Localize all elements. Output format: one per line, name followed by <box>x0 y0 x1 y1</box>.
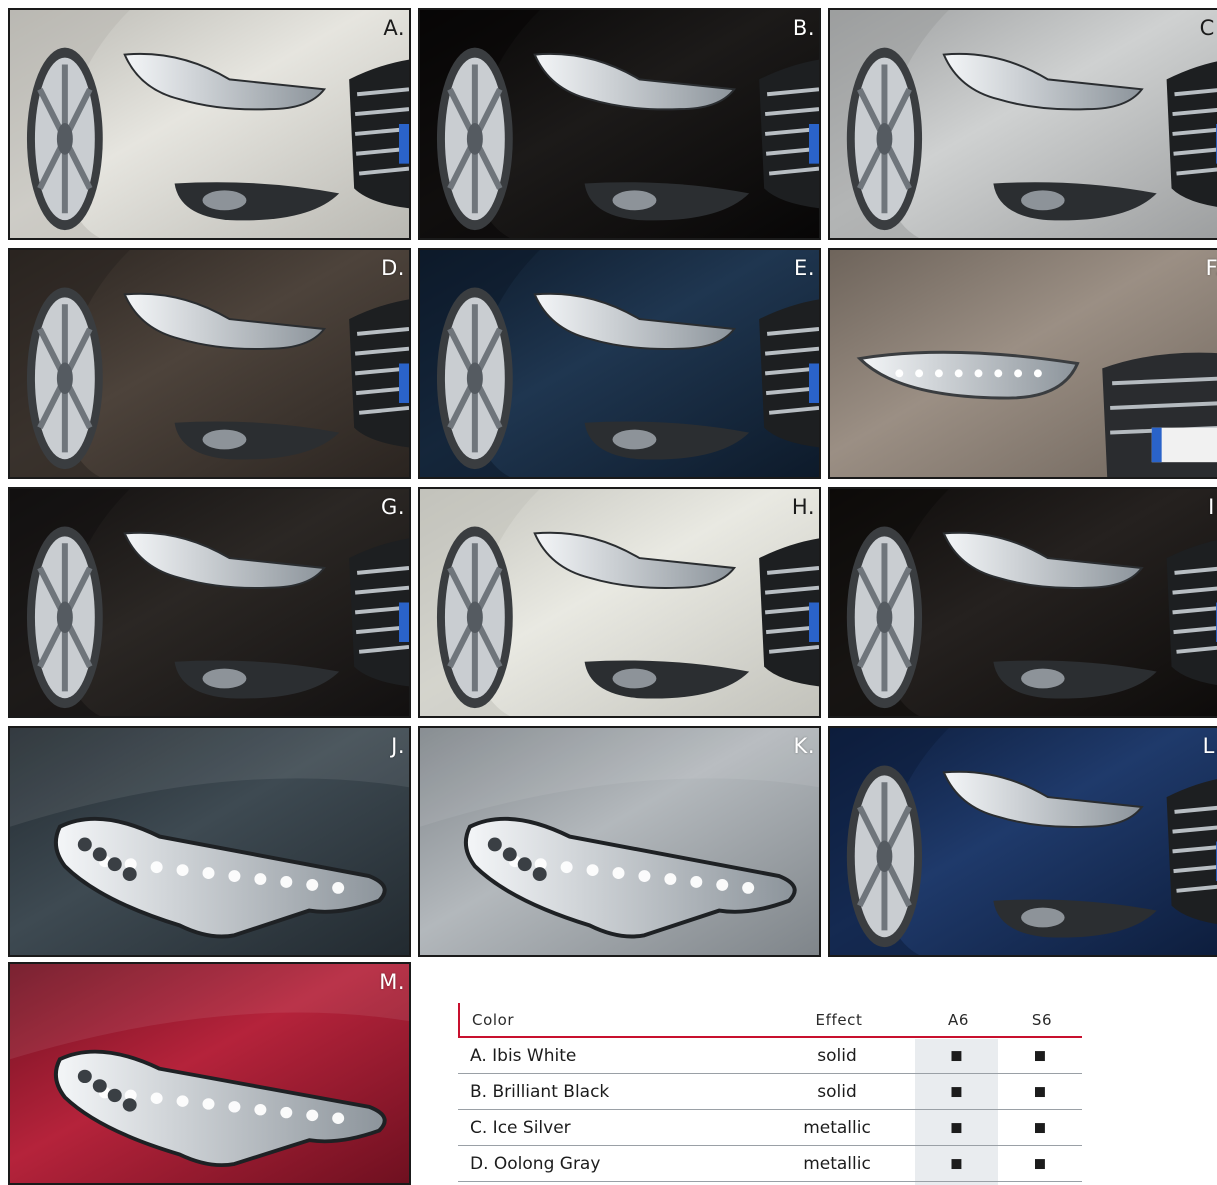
swatch-letter: I. <box>1208 495 1217 519</box>
row-s6-availability: ■ <box>1033 1156 1047 1171</box>
row-color-name: C. Ice Silver <box>470 1117 571 1138</box>
color-swatch-e: E. <box>418 248 821 479</box>
row-a6-availability: ■ <box>950 1156 963 1171</box>
swatch-letter: A. <box>383 16 405 40</box>
header-s6: S6 <box>1031 1010 1053 1029</box>
swatch-letter: H. <box>791 495 815 519</box>
row-color-name: D. Oolong Gray <box>470 1153 601 1174</box>
color-swatch-b: B. <box>418 8 821 240</box>
swatch-letter: M. <box>379 970 405 994</box>
car-paint-photo <box>420 728 819 955</box>
color-swatch-k: K. <box>418 726 821 957</box>
car-paint-photo <box>10 489 409 716</box>
header-a6: A6 <box>947 1010 969 1029</box>
car-paint-photo <box>420 250 819 477</box>
car-paint-photo <box>830 250 1217 477</box>
header-color: Color <box>472 1010 515 1029</box>
table-row: C. Ice Silver metallic ■ ■ <box>458 1110 1082 1146</box>
car-paint-photo <box>10 728 409 955</box>
table-row: B. Brilliant Black solid ■ ■ <box>458 1074 1082 1110</box>
swatch-letter: D. <box>381 256 405 280</box>
row-s6-availability: ■ <box>1033 1048 1047 1063</box>
row-color-name: B. Brilliant Black <box>470 1081 610 1102</box>
swatch-letter: K. <box>793 734 815 758</box>
color-availability-table: Color Effect A6 S6 A. Ibis White solid ■… <box>458 1003 1082 1185</box>
row-s6-availability: ■ <box>1033 1120 1047 1135</box>
swatch-letter: B. <box>792 16 815 40</box>
car-paint-photo <box>420 10 819 238</box>
color-swatch-h: H. <box>418 487 821 718</box>
color-swatch-d: D. <box>8 248 411 479</box>
car-paint-photo <box>10 10 409 238</box>
header-effect: Effect <box>815 1010 863 1029</box>
row-s6-availability: ■ <box>1033 1084 1047 1099</box>
car-paint-photo <box>830 728 1217 955</box>
color-swatch-g: G. <box>8 487 411 718</box>
color-swatch-c: C. <box>828 8 1217 240</box>
row-color-name: A. Ibis White <box>470 1045 577 1066</box>
swatch-letter: L. <box>1202 734 1217 758</box>
car-paint-photo <box>830 489 1217 716</box>
row-a6-availability: ■ <box>950 1084 963 1099</box>
car-paint-photo <box>10 964 409 1183</box>
color-swatch-m: M. <box>8 962 411 1185</box>
swatch-letter: E. <box>794 256 815 280</box>
swatch-letter: J. <box>391 734 405 758</box>
color-swatch-l: L. <box>828 726 1217 957</box>
row-a6-availability: ■ <box>950 1048 963 1063</box>
swatch-letter: F. <box>1205 256 1217 280</box>
table-row: D. Oolong Gray metallic ■ ■ <box>458 1146 1082 1182</box>
color-swatch-i: I. <box>828 487 1217 718</box>
swatch-letter: C. <box>1199 16 1217 40</box>
car-paint-photo <box>830 10 1217 238</box>
color-swatch-j: J. <box>8 726 411 957</box>
row-effect: metallic <box>803 1117 871 1138</box>
color-swatch-f: F. <box>828 248 1217 479</box>
swatch-letter: G. <box>381 495 405 519</box>
row-effect: solid <box>817 1081 857 1102</box>
color-swatch-a: A. <box>8 8 411 240</box>
car-paint-photo <box>10 250 409 477</box>
car-paint-photo <box>420 489 819 716</box>
row-a6-availability: ■ <box>950 1120 963 1135</box>
row-effect: metallic <box>803 1153 871 1174</box>
row-effect: solid <box>817 1045 857 1066</box>
table-row: A. Ibis White solid ■ ■ <box>458 1038 1082 1074</box>
table-header-row: Color Effect A6 S6 <box>458 1003 1082 1038</box>
